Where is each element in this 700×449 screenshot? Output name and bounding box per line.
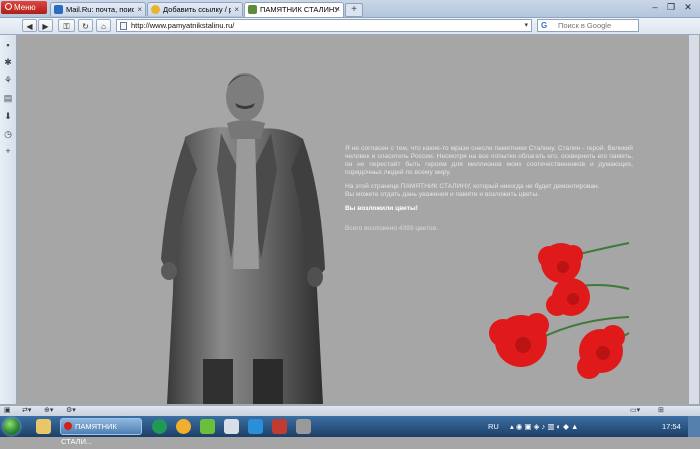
history-icon[interactable]: ◷ <box>3 129 13 139</box>
utorrent-icon[interactable] <box>152 419 167 434</box>
address-url: http://www.pamyatnikstalinu.ru/ <box>131 21 235 30</box>
sync-icon[interactable]: ⇄▾ <box>22 406 31 416</box>
media-icon[interactable] <box>248 419 263 434</box>
navigation-toolbar: ◀ ▶ ⚿ ↻ ⌂ http://www.pamyatnikstalinu.ru… <box>0 18 700 35</box>
google-icon: G <box>541 21 548 30</box>
view-icon[interactable]: ▭▾ <box>630 406 640 416</box>
tab-stalin-monument[interactable]: ПАМЯТНИК СТАЛИНУ × <box>244 2 344 17</box>
web-page: Я не согласен с тем, что какие-то мрази … <box>17 35 700 404</box>
intro-paragraph: Я не согласен с тем, что какие-то мрази … <box>345 145 633 176</box>
smiley-icon <box>151 5 160 14</box>
minimize-icon[interactable]: – <box>648 1 662 13</box>
show-desktop-button[interactable] <box>688 416 700 437</box>
tribute-paragraph: Вы можете отдать дань уважения и памяти … <box>345 191 540 198</box>
vertical-scrollbar[interactable] <box>689 35 699 404</box>
window-icon[interactable] <box>224 419 239 434</box>
explorer-icon[interactable] <box>36 419 51 434</box>
flowers-laid-message[interactable]: Вы возложили цветы! <box>345 205 633 213</box>
key-icon[interactable]: ⚿ <box>58 19 75 32</box>
new-tab-button[interactable]: + <box>345 3 363 17</box>
chrome-icon[interactable] <box>176 419 191 434</box>
unite-icon[interactable]: ⚘ <box>3 75 13 85</box>
app-icon[interactable] <box>200 419 215 434</box>
reload-button[interactable]: ↻ <box>78 19 93 32</box>
zoom-icon[interactable]: ⊞ <box>658 406 664 416</box>
language-indicator[interactable]: RU <box>488 416 499 437</box>
taskbar: ПАМЯТНИК СТАЛИ... RU ▴ ◉ ▣ ◈ ♪ ▥ ◐ ◆ ▲ 1… <box>0 416 700 446</box>
opera-logo-icon <box>5 3 12 10</box>
clock[interactable]: 17:54 <box>662 416 681 437</box>
restore-icon[interactable]: ❐ <box>664 1 678 13</box>
taskbar-opera-window[interactable]: ПАМЯТНИК СТАЛИ... <box>60 418 142 446</box>
tab-bar: Меню Mail.Ru: почта, поиск ... × Добавит… <box>0 0 700 18</box>
search-box[interactable]: G <box>537 19 639 32</box>
chevron-down-icon[interactable]: ▾ <box>524 20 528 31</box>
status-bar: ▣ ⇄▾ ⊕▾ ⚙▾ ▭▾ ⊞ <box>0 405 700 416</box>
search-input[interactable] <box>558 20 638 31</box>
forward-button[interactable]: ▶ <box>38 19 53 32</box>
close-tab-icon[interactable]: × <box>335 3 340 17</box>
widgets-icon[interactable]: ✱ <box>3 57 13 67</box>
turbo-icon[interactable]: ⊕▾ <box>44 406 53 416</box>
close-tab-icon[interactable]: × <box>137 3 142 16</box>
opera-menu-button[interactable]: Меню <box>1 1 47 14</box>
side-panel: ▪ ✱ ⚘ ▤ ⬇ ◷ + <box>0 35 17 404</box>
tab-add-link[interactable]: Добавить ссылку / pik... × <box>147 2 243 16</box>
tab-title: Mail.Ru: почта, поиск ... <box>66 5 134 14</box>
carnations-image <box>489 242 630 379</box>
tray-icons[interactable]: ▴ ◉ ▣ ◈ ♪ ▥ ◐ ◆ ▲ <box>510 416 578 437</box>
close-window-icon[interactable]: ✕ <box>681 1 695 13</box>
app2-icon[interactable] <box>272 419 287 434</box>
settings-icon[interactable]: ⚙▾ <box>66 406 76 416</box>
tab-title: Добавить ссылку / pik... <box>163 5 231 14</box>
downloads-icon[interactable]: ⬇ <box>3 111 13 121</box>
app3-icon[interactable] <box>296 419 311 434</box>
bookmarks-icon[interactable]: ▪ <box>3 40 13 50</box>
add-panel-icon[interactable]: + <box>3 146 13 156</box>
menu-label: Меню <box>14 3 36 12</box>
home-button[interactable]: ⌂ <box>96 19 111 32</box>
panel-toggle-icon[interactable]: ▣ <box>4 406 11 416</box>
page-icon <box>248 5 257 14</box>
page-text: Я не согласен с тем, что какие-то мрази … <box>345 145 633 239</box>
tab-mailru[interactable]: Mail.Ru: почта, поиск ... × <box>50 2 146 16</box>
start-button[interactable] <box>3 418 20 435</box>
address-bar[interactable]: http://www.pamyatnikstalinu.ru/ ▾ <box>116 19 532 32</box>
tab-title: ПАМЯТНИК СТАЛИНУ <box>260 5 340 14</box>
monument-paragraph: На этой странице ПАМЯТНИК СТАЛИНУ, котор… <box>345 183 600 190</box>
opera-logo-icon <box>64 422 72 430</box>
notes-icon[interactable]: ▤ <box>3 93 13 103</box>
back-button[interactable]: ◀ <box>22 19 37 32</box>
page-icon <box>120 22 127 30</box>
mailru-icon <box>54 5 63 14</box>
close-tab-icon[interactable]: × <box>234 3 239 16</box>
stalin-statue-image <box>161 73 325 404</box>
